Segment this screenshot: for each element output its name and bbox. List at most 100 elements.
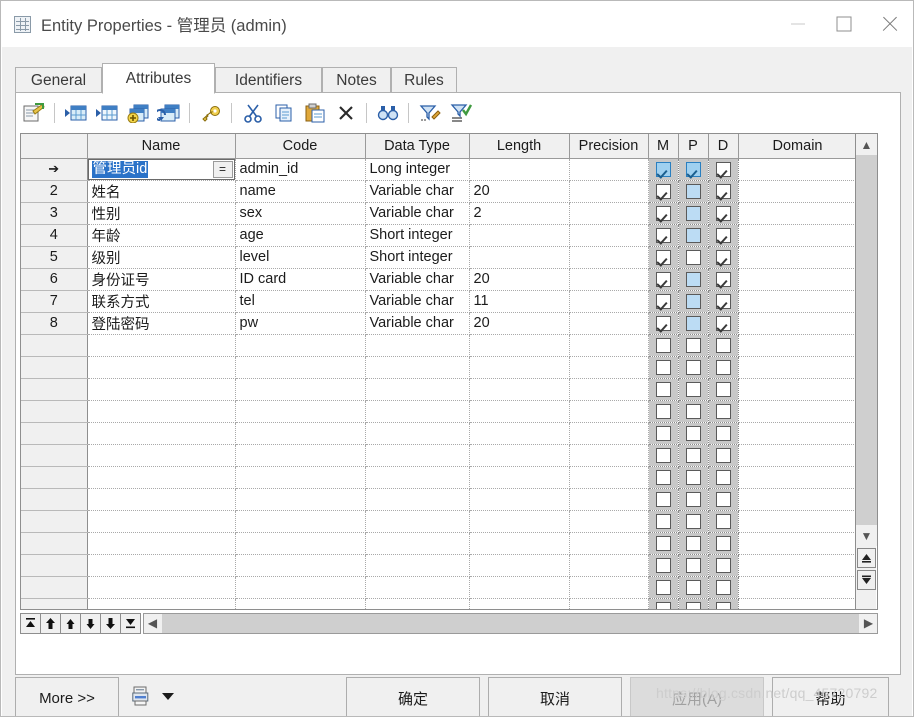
cell-length[interactable] bbox=[469, 378, 570, 401]
filter-edit-icon[interactable] bbox=[415, 99, 444, 127]
cell-code[interactable] bbox=[235, 576, 366, 599]
cell-primary[interactable] bbox=[678, 576, 709, 599]
checkbox[interactable] bbox=[655, 315, 671, 331]
checkbox[interactable] bbox=[655, 513, 671, 529]
replace-object-icon[interactable] bbox=[154, 99, 183, 127]
cell-data-type[interactable] bbox=[365, 334, 470, 357]
cell-data-type[interactable]: Variable char bbox=[365, 312, 470, 335]
cell-domain[interactable] bbox=[738, 202, 858, 225]
table-row-empty[interactable] bbox=[21, 466, 858, 489]
cell-displayed[interactable] bbox=[708, 488, 739, 511]
cell-data-type[interactable]: Variable char bbox=[365, 290, 470, 313]
cell-code[interactable]: ID card bbox=[235, 268, 366, 291]
cell-primary[interactable] bbox=[678, 202, 709, 225]
checkbox[interactable] bbox=[685, 271, 701, 287]
cell-mandatory[interactable] bbox=[648, 158, 679, 181]
cell-length[interactable] bbox=[469, 356, 570, 379]
scroll-down-icon[interactable]: ▼ bbox=[856, 525, 877, 546]
table-row-empty[interactable] bbox=[21, 422, 858, 445]
cell-mandatory[interactable] bbox=[648, 422, 679, 445]
cell-name[interactable] bbox=[87, 554, 236, 577]
cell-length[interactable] bbox=[469, 598, 570, 609]
cell-length[interactable] bbox=[469, 510, 570, 533]
cell-primary[interactable] bbox=[678, 466, 709, 489]
delete-icon[interactable] bbox=[331, 99, 360, 127]
cell-mandatory[interactable] bbox=[648, 488, 679, 511]
table-row-empty[interactable] bbox=[21, 576, 858, 599]
page-down-icon[interactable] bbox=[100, 612, 121, 634]
cell-name[interactable] bbox=[87, 488, 236, 511]
checkbox[interactable] bbox=[685, 227, 701, 243]
checkbox[interactable] bbox=[685, 447, 701, 463]
cell-data-type[interactable] bbox=[365, 488, 470, 511]
cell-domain[interactable] bbox=[738, 532, 858, 555]
cell-data-type[interactable] bbox=[365, 554, 470, 577]
find-icon[interactable] bbox=[373, 99, 402, 127]
cell-primary[interactable] bbox=[678, 378, 709, 401]
cell-precision[interactable] bbox=[569, 202, 649, 225]
cell-primary[interactable] bbox=[678, 246, 709, 269]
tab-attributes[interactable]: Attributes bbox=[102, 63, 215, 94]
checkbox[interactable] bbox=[685, 513, 701, 529]
checkbox[interactable] bbox=[655, 161, 671, 177]
print-icon[interactable] bbox=[132, 686, 151, 707]
checkbox[interactable] bbox=[685, 249, 701, 265]
cell-precision[interactable] bbox=[569, 576, 649, 599]
cell-data-type[interactable] bbox=[365, 576, 470, 599]
cell-code[interactable] bbox=[235, 356, 366, 379]
cell-code[interactable]: admin_id bbox=[235, 158, 366, 181]
cell-code[interactable]: age bbox=[235, 224, 366, 247]
cell-displayed[interactable] bbox=[708, 224, 739, 247]
cell-primary[interactable] bbox=[678, 312, 709, 335]
table-row[interactable]: 7 联系方式 tel Variable char 11 bbox=[21, 290, 858, 313]
cell-displayed[interactable] bbox=[708, 598, 739, 609]
row-header[interactable] bbox=[21, 356, 88, 379]
cell-name[interactable] bbox=[87, 510, 236, 533]
cell-length[interactable]: 20 bbox=[469, 180, 570, 203]
cell-displayed[interactable] bbox=[708, 422, 739, 445]
cell-name[interactable] bbox=[87, 400, 236, 423]
cell-displayed[interactable] bbox=[708, 268, 739, 291]
checkbox[interactable] bbox=[715, 293, 731, 309]
checkbox[interactable] bbox=[715, 337, 731, 353]
checkbox[interactable] bbox=[715, 447, 731, 463]
cell-data-type[interactable]: Variable char bbox=[365, 202, 470, 225]
cell-primary[interactable] bbox=[678, 488, 709, 511]
page-up-icon[interactable] bbox=[40, 612, 61, 634]
tab-notes[interactable]: Notes bbox=[322, 67, 391, 93]
cell-domain[interactable] bbox=[738, 400, 858, 423]
cell-mandatory[interactable] bbox=[648, 554, 679, 577]
cell-displayed[interactable] bbox=[708, 202, 739, 225]
cell-precision[interactable] bbox=[569, 334, 649, 357]
col-header-length[interactable]: Length bbox=[469, 134, 570, 159]
cell-data-type[interactable] bbox=[365, 510, 470, 533]
table-row[interactable]: 4 年龄 age Short integer bbox=[21, 224, 858, 247]
cell-displayed[interactable] bbox=[708, 334, 739, 357]
checkbox[interactable] bbox=[715, 535, 731, 551]
maximize-icon[interactable] bbox=[821, 1, 867, 47]
cell-displayed[interactable] bbox=[708, 444, 739, 467]
cell-code[interactable] bbox=[235, 466, 366, 489]
checkbox[interactable] bbox=[655, 557, 671, 573]
tab-identifiers[interactable]: Identifiers bbox=[215, 67, 322, 93]
cell-primary[interactable] bbox=[678, 356, 709, 379]
cell-precision[interactable] bbox=[569, 290, 649, 313]
cell-domain[interactable] bbox=[738, 158, 858, 181]
scroll-page-up-icon[interactable] bbox=[857, 548, 876, 568]
row-header[interactable]: 6 bbox=[21, 268, 88, 291]
cell-domain[interactable] bbox=[738, 510, 858, 533]
cell-domain[interactable] bbox=[738, 334, 858, 357]
cell-data-type[interactable] bbox=[365, 400, 470, 423]
checkbox[interactable] bbox=[655, 469, 671, 485]
checkbox[interactable] bbox=[715, 359, 731, 375]
cell-primary[interactable] bbox=[678, 334, 709, 357]
row-header[interactable]: 2 bbox=[21, 180, 88, 203]
cell-mandatory[interactable] bbox=[648, 268, 679, 291]
cell-domain[interactable] bbox=[738, 466, 858, 489]
cell-code[interactable] bbox=[235, 334, 366, 357]
row-header[interactable]: 5 bbox=[21, 246, 88, 269]
paste-icon[interactable] bbox=[300, 99, 329, 127]
checkbox[interactable] bbox=[655, 447, 671, 463]
cell-displayed[interactable] bbox=[708, 158, 739, 181]
cell-data-type[interactable] bbox=[365, 422, 470, 445]
